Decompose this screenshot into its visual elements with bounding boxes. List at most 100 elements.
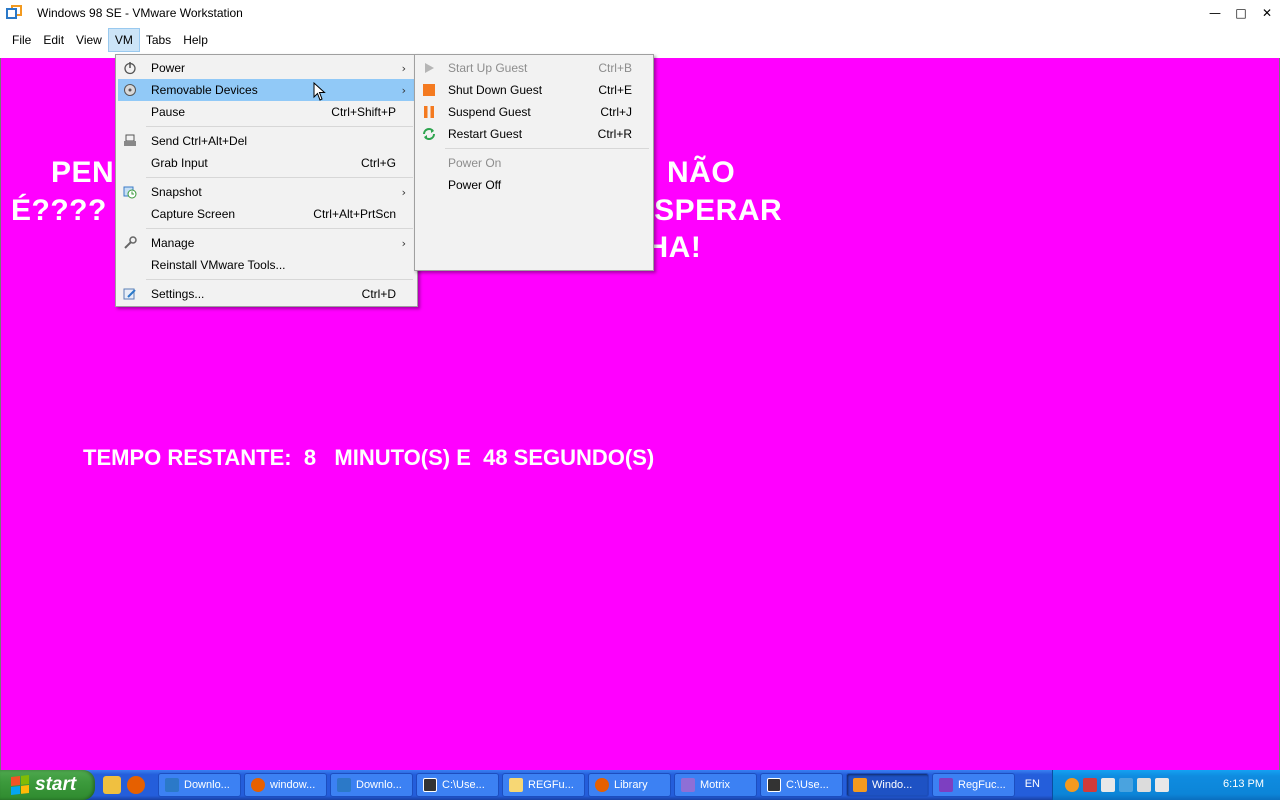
network-icon[interactable]	[1101, 778, 1115, 792]
display-icon[interactable]	[1119, 778, 1133, 792]
window-title: Windows 98 SE - VMware Workstation	[37, 5, 243, 20]
menu-item-label: Shut Down Guest	[448, 83, 543, 97]
monitor-icon[interactable]	[1137, 778, 1151, 792]
menu-item-shortcut: Ctrl+Shift+P	[331, 105, 396, 119]
menu-item-label: Pause	[151, 105, 186, 119]
guest-text-line1-right: NÃO	[667, 156, 736, 189]
guest-text-line1-left: PEN	[51, 156, 115, 189]
maximize-button[interactable]: □	[1228, 0, 1254, 25]
submenu-item-suspend-guest[interactable]: Suspend Guest Ctrl+J	[417, 101, 651, 123]
stop-icon	[421, 82, 437, 98]
task-app-icon	[251, 778, 265, 792]
menu-item-shortcut: Ctrl+Alt+PrtScn	[313, 207, 396, 221]
task-label: C:\Use...	[786, 779, 829, 791]
menu-item-label: Power On	[448, 156, 502, 170]
pause-icon	[421, 104, 437, 120]
wrench-icon	[122, 235, 138, 251]
menu-file[interactable]: File	[6, 28, 37, 52]
keyboard-icon	[122, 133, 138, 149]
settings-icon	[122, 286, 138, 302]
system-tray: 6:13 PM	[1052, 770, 1280, 800]
taskbar-button[interactable]: C:\Use...	[760, 773, 843, 797]
submenu-item-start-up-guest[interactable]: Start Up Guest Ctrl+B	[417, 57, 651, 79]
vm-menu-item-pause[interactable]: Pause Ctrl+Shift+P	[118, 101, 415, 123]
task-app-icon	[853, 778, 867, 792]
vm-menu-item-send-ctrl-alt-del[interactable]: Send Ctrl+Alt+Del	[118, 130, 415, 152]
task-label: Downlo...	[184, 779, 230, 791]
minimize-button[interactable]: —	[1202, 0, 1228, 25]
task-app-icon	[509, 778, 523, 792]
menu-item-label: Grab Input	[151, 156, 208, 170]
close-button[interactable]: ✕	[1254, 0, 1280, 25]
start-button[interactable]: start	[0, 770, 95, 800]
vm-menu-item-manage[interactable]: Manage ›	[118, 232, 415, 254]
taskbar-button[interactable]: C:\Use...	[416, 773, 499, 797]
snapshot-icon	[122, 184, 138, 200]
mouse-cursor-icon	[313, 81, 327, 107]
quick-launch	[103, 776, 155, 794]
menu-separator	[445, 148, 649, 149]
search-icon[interactable]	[1065, 778, 1079, 792]
play-icon	[421, 60, 437, 76]
menu-separator	[146, 228, 413, 229]
taskbar-button[interactable]: Downlo...	[330, 773, 413, 797]
guest-text-line2-left: É????	[11, 194, 107, 227]
submenu-item-power-off[interactable]: Power Off	[417, 174, 651, 196]
menu-item-label: Manage	[151, 236, 195, 250]
menu-item-shortcut: Ctrl+R	[597, 127, 632, 141]
firefox-icon[interactable]	[127, 776, 145, 794]
power-icon	[122, 60, 138, 76]
taskbar-button[interactable]: RegFuc...	[932, 773, 1015, 797]
task-label: Downlo...	[356, 779, 402, 791]
language-indicator[interactable]: EN	[1025, 778, 1040, 790]
task-app-icon	[423, 778, 437, 792]
menu-separator	[146, 177, 413, 178]
vm-menu-item-snapshot[interactable]: Snapshot ›	[118, 181, 415, 203]
vm-menu-item-reinstall-vmware-tools[interactable]: Reinstall VMware Tools...	[118, 254, 415, 276]
volume-icon[interactable]	[1155, 778, 1169, 792]
taskbar-button-active[interactable]: Windo...	[846, 773, 929, 797]
security-shield-icon[interactable]	[1083, 778, 1097, 792]
vm-menu-item-removable-devices[interactable]: Removable Devices ›	[118, 79, 415, 101]
menu-vm[interactable]: VM	[107, 28, 140, 52]
taskbar-button[interactable]: Library	[588, 773, 671, 797]
task-app-icon	[767, 778, 781, 792]
menu-tabs[interactable]: Tabs	[140, 28, 177, 52]
vm-menu-item-capture-screen[interactable]: Capture Screen Ctrl+Alt+PrtScn	[118, 203, 415, 225]
task-label: C:\Use...	[442, 779, 485, 791]
folder-icon[interactable]	[103, 776, 121, 794]
task-app-icon	[337, 778, 351, 792]
submenu-item-restart-guest[interactable]: Restart Guest Ctrl+R	[417, 123, 651, 145]
menu-item-label: Reinstall VMware Tools...	[151, 258, 286, 272]
windows-flag-icon	[11, 775, 29, 795]
restart-icon	[421, 126, 437, 142]
menu-item-label: Settings...	[151, 287, 205, 301]
vm-menu-item-power[interactable]: Power ›	[118, 57, 415, 79]
taskbar-button[interactable]: Downlo...	[158, 773, 241, 797]
vm-menu-item-grab-input[interactable]: Grab Input Ctrl+G	[118, 152, 415, 174]
taskbar-button[interactable]: window...	[244, 773, 327, 797]
submenu-arrow-icon: ›	[401, 83, 406, 97]
clock[interactable]: 6:13 PM	[1223, 778, 1264, 790]
task-app-icon	[595, 778, 609, 792]
taskbar-button[interactable]: Motrix	[674, 773, 757, 797]
submenu-arrow-icon: ›	[401, 236, 406, 250]
submenu-item-power-on[interactable]: Power On	[417, 152, 651, 174]
task-label: RegFuc...	[958, 779, 1006, 791]
menu-item-label: Capture Screen	[151, 207, 236, 221]
submenu-arrow-icon: ›	[401, 61, 406, 75]
task-app-icon	[939, 778, 953, 792]
menu-edit[interactable]: Edit	[37, 28, 70, 52]
task-label: Windo...	[872, 779, 913, 791]
menu-item-shortcut: Ctrl+E	[598, 83, 632, 97]
menu-view[interactable]: View	[70, 28, 108, 52]
submenu-arrow-icon: ›	[401, 185, 406, 199]
vm-menu-item-settings[interactable]: Settings... Ctrl+D	[118, 283, 415, 305]
submenu-item-shut-down-guest[interactable]: Shut Down Guest Ctrl+E	[417, 79, 651, 101]
taskbar-button[interactable]: REGFu...	[502, 773, 585, 797]
task-label: Motrix	[700, 779, 730, 791]
menu-item-label: Power Off	[448, 178, 502, 192]
menu-help[interactable]: Help	[177, 28, 214, 52]
task-label: REGFu...	[528, 779, 574, 791]
vmware-app-icon	[6, 4, 22, 21]
